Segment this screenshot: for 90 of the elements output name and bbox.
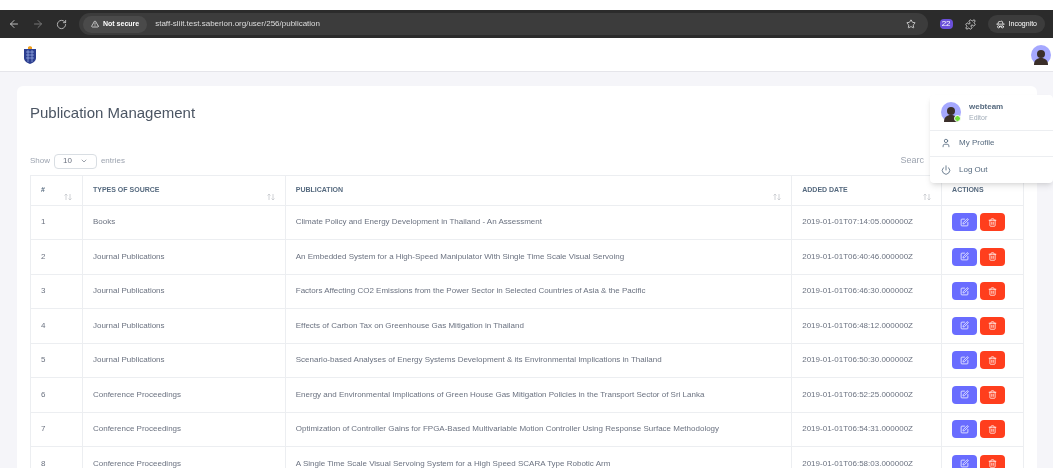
- back-icon[interactable]: [8, 18, 20, 30]
- edit-icon: [960, 217, 970, 227]
- chevron-down-icon: [79, 157, 88, 165]
- table-cell: 2019-01-01T06:46:30.000000Z: [802, 285, 913, 298]
- table-cell: 6: [41, 388, 46, 401]
- table-cell: A Single Time Scale Visual Servoing System for a High Speed SCARA Type Robotic Arm: [295, 457, 611, 468]
- trash-icon: [988, 355, 998, 365]
- table-cell: Optimization of Controller Gains for FPGA-Based Multivariable Motion Controller Using Response Surface Methodology: [295, 423, 720, 436]
- avatar[interactable]: [941, 102, 961, 123]
- entries-label: entries: [100, 155, 125, 167]
- table-cell: Climate Policy and Energy Development in Thailand - An Assessment: [295, 216, 542, 229]
- edit-icon: [960, 286, 970, 296]
- url-text: staff-sliit.test.saberion.org/user/256/publication: [155, 18, 322, 30]
- table-cell: 2: [41, 250, 46, 263]
- table-cell: 1: [41, 216, 46, 229]
- show-label: Show: [30, 155, 50, 167]
- table-cell: Journal Publications: [92, 354, 165, 367]
- table-cell: 2019-01-01T06:58:03.000000Z: [802, 457, 913, 468]
- trash-icon: [988, 217, 998, 227]
- reload-icon[interactable]: [56, 18, 67, 30]
- menu-item[interactable]: My Profile: [930, 130, 1053, 157]
- avatar[interactable]: [1031, 44, 1051, 65]
- table-cell: 2019-01-01T06:54:31.000000Z: [802, 423, 913, 436]
- trash-icon: [988, 252, 998, 262]
- shield-logo-icon[interactable]: [23, 45, 37, 64]
- forward-icon[interactable]: [32, 18, 44, 30]
- extension-badge[interactable]: 22: [939, 19, 953, 29]
- table-cell: 2019-01-01T07:14:05.000000Z: [802, 216, 913, 229]
- bookmark-star-icon[interactable]: [905, 19, 916, 29]
- table-cell: Journal Publications: [92, 319, 165, 332]
- edit-icon: [960, 321, 970, 331]
- table-cell: 2019-01-01T06:52:25.000000Z: [802, 388, 913, 401]
- delete-button[interactable]: [980, 351, 1006, 370]
- delete-button[interactable]: [980, 213, 1006, 232]
- edit-icon: [960, 390, 970, 400]
- table-cell: Journal Publications: [92, 285, 165, 298]
- edit-button[interactable]: [952, 213, 978, 232]
- table-cell: An Embedded System for a High-Speed Manipulator With Single Time Scale Visual Servoing: [295, 250, 625, 263]
- table-cell: Conference Proceedings: [92, 457, 182, 468]
- edit-icon: [960, 424, 970, 434]
- extensions-icon[interactable]: [964, 18, 976, 30]
- table-cell: Scenario-based Analyses of Energy Systems Development & its Environmental Implications in Thailand: [295, 354, 662, 367]
- delete-button[interactable]: [980, 316, 1006, 335]
- delete-button[interactable]: [980, 385, 1006, 404]
- trash-icon: [988, 424, 998, 434]
- delete-button[interactable]: [980, 282, 1006, 301]
- delete-button[interactable]: [980, 420, 1006, 439]
- table-cell: 2019-01-01T06:48:12.000000Z: [802, 319, 913, 332]
- table-cell: 3: [41, 285, 46, 298]
- edit-icon: [960, 459, 970, 468]
- table-cell: Books: [92, 216, 116, 229]
- table-cell: 5: [41, 354, 46, 367]
- edit-button[interactable]: [952, 351, 978, 370]
- table-cell: Conference Proceedings: [92, 388, 182, 401]
- trash-icon: [988, 390, 998, 400]
- table-cell: Energy and Environmental Implications of Green House Gas Mitigation Policies in the Transport Sector of Sri Lanka: [295, 388, 705, 401]
- table-cell: Effects of Carbon Tax on Greenhouse Gas Mitigation in Thailand: [295, 319, 524, 332]
- table-cell: 4: [41, 319, 46, 332]
- edit-button[interactable]: [952, 316, 978, 335]
- power-icon: [941, 164, 951, 175]
- warning-icon: [91, 20, 99, 28]
- sort-icon: [63, 192, 72, 201]
- sort-icon: [773, 192, 782, 201]
- delete-button[interactable]: [980, 247, 1006, 266]
- search-label: Searc: [900, 154, 924, 168]
- table-cell: 2019-01-01T06:40:46.000000Z: [802, 250, 913, 263]
- page-title: Publication Management: [30, 103, 196, 123]
- incognito-icon: [995, 19, 1005, 29]
- edit-button[interactable]: [952, 385, 978, 404]
- person-icon: [941, 138, 951, 148]
- delete-button[interactable]: [980, 454, 1006, 468]
- edit-button[interactable]: [952, 247, 978, 266]
- table-cell: Conference Proceedings: [92, 423, 182, 436]
- table-cell: Factors Affecting CO2 Emissions from the Power Sector in Selected Countries of Asia & the Pacific: [295, 285, 646, 298]
- edit-button[interactable]: [952, 282, 978, 301]
- edit-button[interactable]: [952, 454, 978, 468]
- table-cell: 2019-01-01T06:50:30.000000Z: [802, 354, 913, 367]
- trash-icon: [988, 459, 998, 468]
- user-name: webteam: [969, 101, 1004, 113]
- edit-icon: [960, 252, 970, 262]
- trash-icon: [988, 321, 998, 331]
- table-cell: 8: [41, 457, 46, 468]
- edit-icon: [960, 355, 970, 365]
- entries-select[interactable]: 10: [54, 153, 97, 169]
- edit-button[interactable]: [952, 420, 978, 439]
- table-cell: Journal Publications: [92, 250, 165, 263]
- table-cell: 7: [41, 423, 46, 436]
- sort-icon: [266, 192, 275, 201]
- sort-icon: [923, 192, 932, 201]
- trash-icon: [988, 286, 998, 296]
